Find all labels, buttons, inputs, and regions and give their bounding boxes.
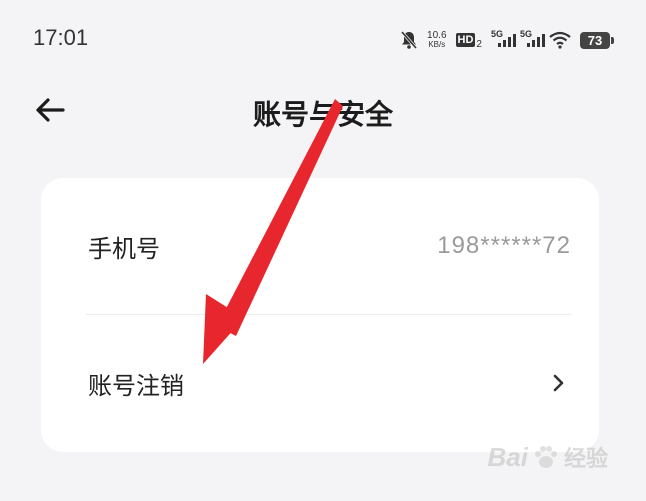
sim1-label: 5G bbox=[490, 29, 503, 39]
title-bar: 账号与安全 bbox=[0, 80, 646, 140]
bell-muted-icon bbox=[400, 30, 418, 50]
speed-unit: KB/s bbox=[428, 40, 446, 49]
sim2-label: 5G bbox=[519, 29, 532, 39]
chevron-right-icon bbox=[553, 374, 564, 392]
status-bar: 17:01 10.6 KB/s HD 2 5G 5G 73 bbox=[0, 0, 646, 80]
watermark-suffix: 经验 bbox=[563, 447, 608, 472]
wifi-icon bbox=[549, 31, 571, 49]
phone-value: 198******72 bbox=[437, 232, 571, 259]
paw-icon bbox=[534, 446, 557, 468]
hd-icon: HD 2 bbox=[455, 31, 482, 50]
baidu-watermark: Bai 经验 bbox=[488, 441, 608, 473]
hd-label: HD bbox=[455, 33, 476, 47]
battery-icon: 73 bbox=[580, 31, 614, 49]
settings-row-phone[interactable]: 手机号 198******72 bbox=[41, 178, 599, 314]
signal-5g-icon: 5G bbox=[519, 29, 545, 51]
settings-card: 手机号 198******72 账号注销 bbox=[41, 178, 599, 452]
network-speed: 10.6 KB/s bbox=[427, 30, 447, 50]
signal-5g-icon: 5G bbox=[490, 29, 516, 51]
battery-level: 73 bbox=[587, 32, 603, 48]
watermark-brand: Bai bbox=[487, 441, 528, 472]
status-icons: 10.6 KB/s HD 2 5G 5G 73 bbox=[400, 27, 614, 53]
speed-value: 10.6 bbox=[427, 30, 447, 41]
account-deletion-label: 账号注销 bbox=[88, 371, 184, 400]
status-time: 17:01 bbox=[33, 25, 89, 50]
phone-label: 手机号 bbox=[88, 234, 160, 263]
settings-row-account-deletion[interactable]: 账号注销 bbox=[41, 315, 599, 451]
page-title: 账号与安全 bbox=[252, 98, 393, 131]
hd-sub: 2 bbox=[476, 38, 482, 50]
